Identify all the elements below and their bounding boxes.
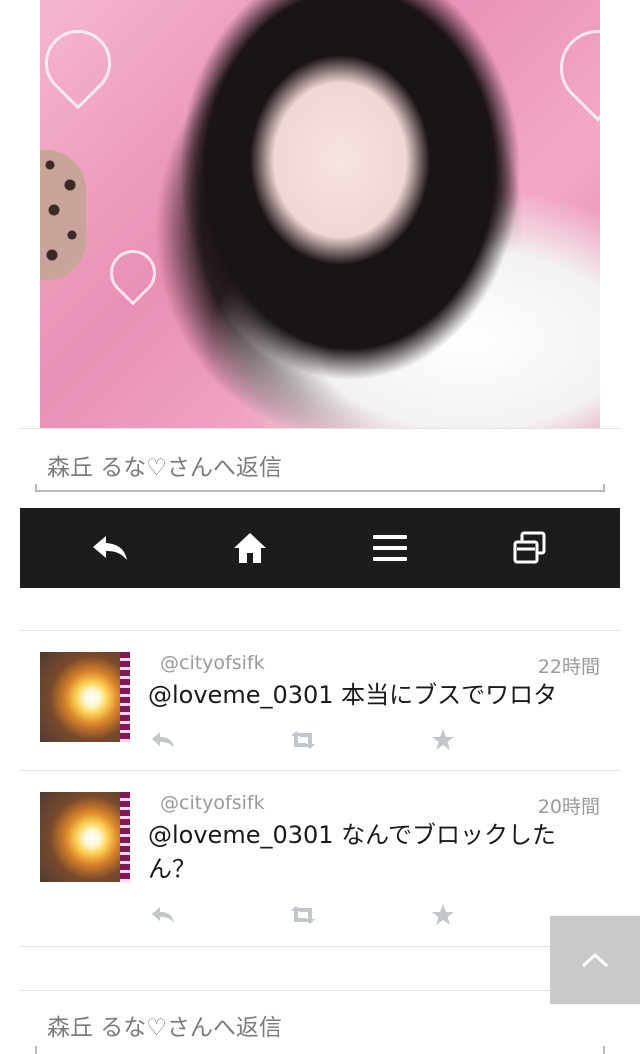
- menu-icon: [373, 535, 407, 561]
- divider: [20, 428, 620, 429]
- bottom-navigation-bar: [20, 508, 620, 588]
- windows-icon: [513, 531, 546, 564]
- nav-menu-button[interactable]: [315, 508, 465, 588]
- divider: [20, 990, 620, 991]
- tweet-actions: [148, 727, 468, 753]
- tweet-time: 22時間: [537, 656, 600, 678]
- tweet-handle[interactable]: @cityofsifk: [160, 792, 265, 814]
- retweet-icon: [291, 906, 315, 924]
- nav-back-button[interactable]: [35, 508, 185, 588]
- reply-action[interactable]: [148, 727, 178, 753]
- divider: [20, 946, 620, 947]
- chevron-up-icon: [581, 952, 609, 968]
- retweet-action[interactable]: [288, 727, 318, 753]
- reply-icon: [152, 907, 174, 923]
- tweet-handle[interactable]: @cityofsifk: [160, 652, 265, 674]
- scroll-to-top-button[interactable]: [550, 916, 640, 1004]
- tweet-text: @loveme_0301 本当にブスでワロタ: [148, 681, 558, 709]
- star-icon: [432, 729, 454, 750]
- retweet-icon: [291, 731, 315, 749]
- retweet-action[interactable]: [288, 902, 318, 928]
- reply-placeholder: 森丘 るな♡さんへ返信: [47, 455, 282, 481]
- nav-home-button[interactable]: [175, 508, 325, 588]
- divider: [20, 770, 620, 771]
- reply-input-bottom[interactable]: 森丘 るな♡さんへ返信: [35, 1008, 605, 1054]
- heart-decoration: [544, 14, 600, 122]
- reply-icon: [93, 536, 127, 560]
- tweet-actions: [148, 902, 468, 928]
- reply-action[interactable]: [148, 902, 178, 928]
- heart-decoration: [100, 240, 166, 306]
- reply-input-top[interactable]: 森丘 るな♡さんへ返信: [35, 448, 605, 492]
- profile-photo: [40, 0, 600, 428]
- leopard-pillow: [40, 150, 86, 280]
- tweet-time: 20時間: [537, 796, 600, 818]
- tweet-item[interactable]: @cityofsifk 22時間 @loveme_0301 本当にブスでワロタ: [20, 652, 620, 770]
- home-icon: [234, 533, 266, 563]
- tweet-item[interactable]: @cityofsifk 20時間 @loveme_0301 なんでブロックしたん…: [20, 792, 620, 947]
- divider: [20, 630, 620, 631]
- reply-icon: [152, 732, 174, 748]
- favorite-action[interactable]: [428, 902, 458, 928]
- reply-placeholder: 森丘 るな♡さんへ返信: [47, 1015, 282, 1041]
- avatar[interactable]: [40, 652, 130, 742]
- nav-windows-button[interactable]: [455, 508, 605, 588]
- favorite-action[interactable]: [428, 727, 458, 753]
- heart-decoration: [40, 16, 125, 110]
- avatar[interactable]: [40, 792, 130, 882]
- tweet-text: @loveme_0301 なんでブロックしたん？: [148, 821, 556, 883]
- star-icon: [432, 904, 454, 925]
